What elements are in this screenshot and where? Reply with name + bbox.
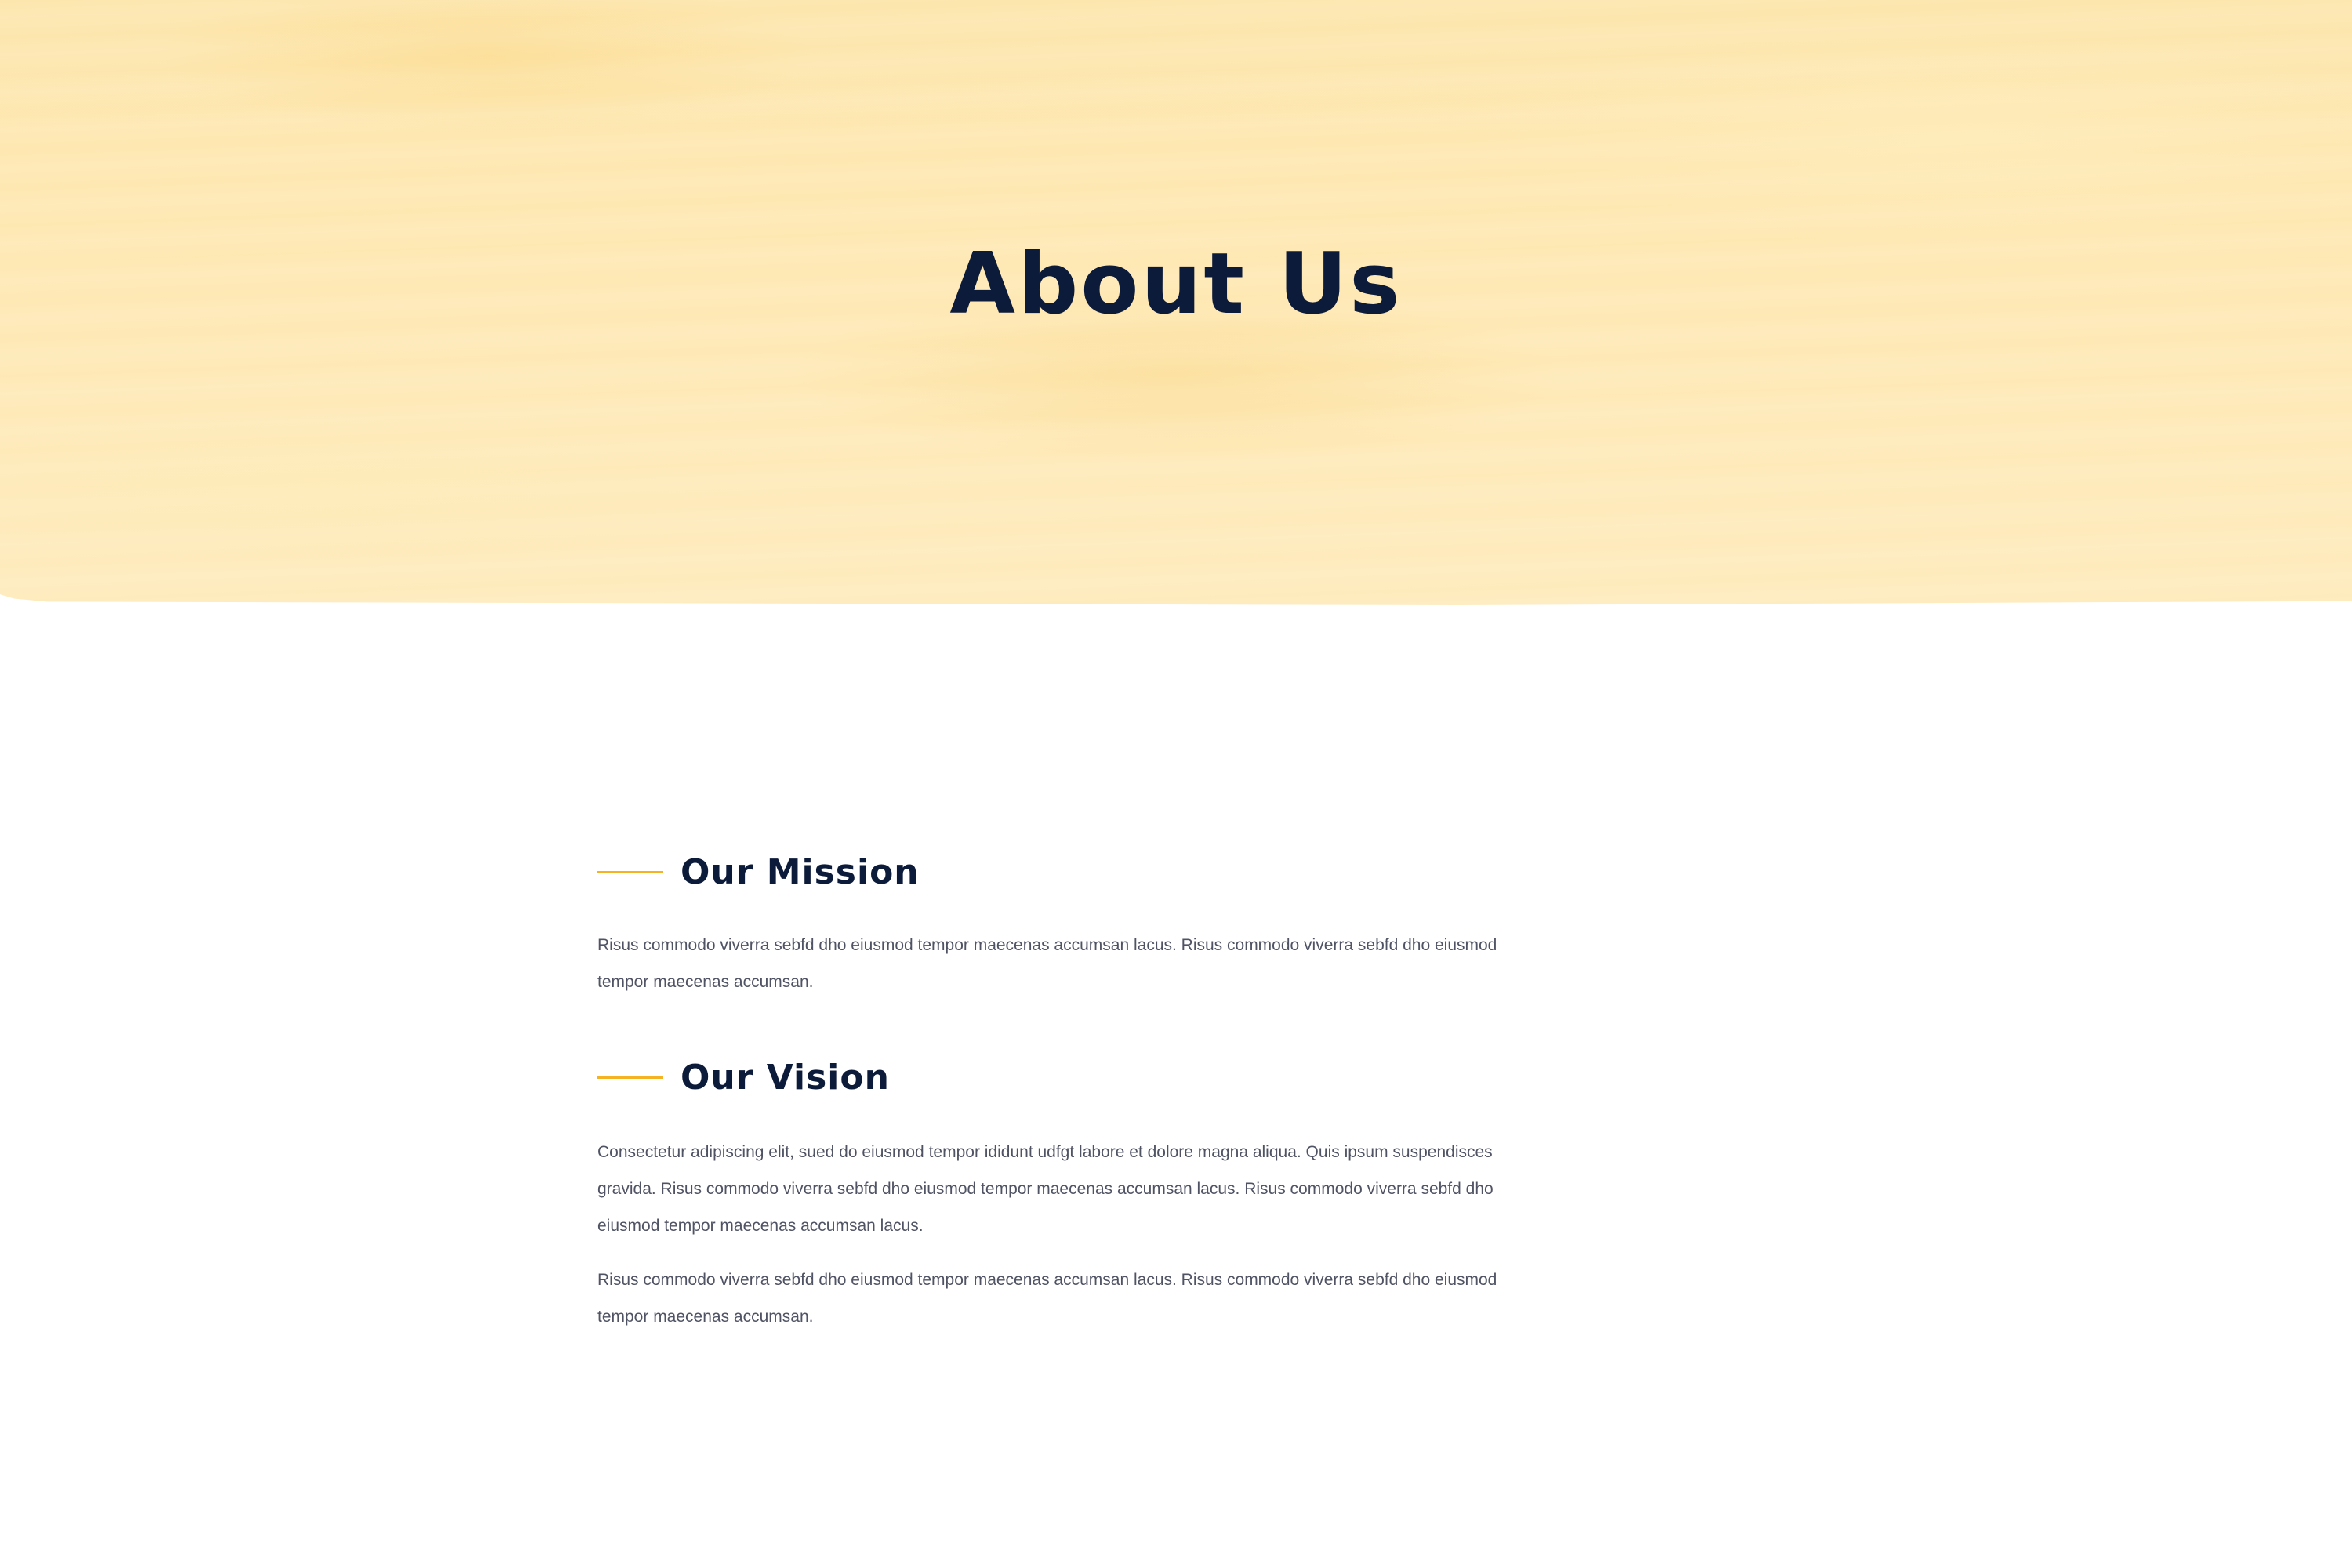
- mission-paragraph: Risus commodo viverra sebfd dho eiusmod …: [597, 936, 1497, 991]
- heading-accent-line: [597, 1076, 663, 1079]
- vision-heading-text: Our Vision: [681, 1057, 890, 1098]
- vision-paragraph: Risus commodo viverra sebfd dho eiusmod …: [597, 1271, 1497, 1326]
- mission-heading: Our Mission: [597, 839, 1523, 905]
- heading-accent-line: [597, 870, 663, 873]
- page-title: About Us: [949, 235, 1403, 333]
- about-content: Our Mission Risus commodo viverra sebfd …: [597, 839, 1523, 1335]
- mission-heading-text: Our Mission: [681, 851, 920, 892]
- vision-paragraph: Consectetur adipiscing elit, sued do eiu…: [597, 1143, 1494, 1235]
- vision-heading: Our Vision: [597, 1044, 1523, 1110]
